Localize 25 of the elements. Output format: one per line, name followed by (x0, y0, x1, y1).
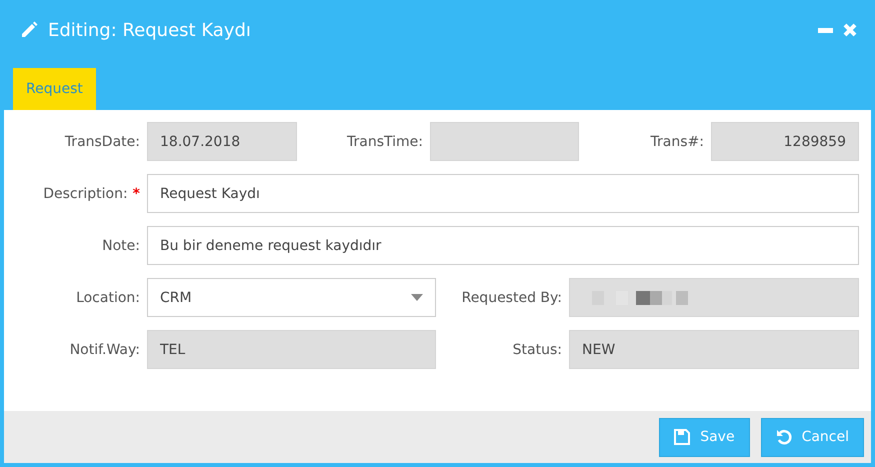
caret-icon (411, 294, 423, 301)
close-icon[interactable] (843, 23, 857, 37)
field-label: Requested By: (462, 290, 562, 306)
field-label: Note: (102, 238, 140, 254)
dropdown[interactable]: CRM (147, 278, 436, 317)
field-label: Status: (512, 342, 562, 358)
input-field[interactable]: 18.07.2018 (147, 122, 297, 161)
field-label: TransDate: (64, 134, 140, 150)
input-field[interactable]: Bu bir deneme request kaydıdır (147, 226, 859, 265)
field-label: Location: (76, 290, 140, 306)
window-title: Editing: Request Kaydı (48, 20, 252, 40)
input-field[interactable]: TEL (147, 330, 436, 369)
field-label: Description: (43, 186, 128, 202)
required-marker: * (132, 186, 140, 202)
field-label: Notif.Way: (70, 342, 140, 358)
field-label: TransTime: (347, 134, 423, 150)
input-field[interactable] (430, 122, 579, 161)
input-field[interactable] (569, 278, 859, 317)
minimize-icon[interactable] (818, 28, 833, 32)
input-field[interactable]: Request Kaydı (147, 174, 859, 213)
input-field[interactable]: NEW (569, 330, 859, 369)
field-label: Trans#: (650, 134, 704, 150)
input-field[interactable]: 1289859 (711, 122, 859, 161)
pencil-icon (20, 21, 38, 39)
undo-icon (776, 429, 792, 445)
